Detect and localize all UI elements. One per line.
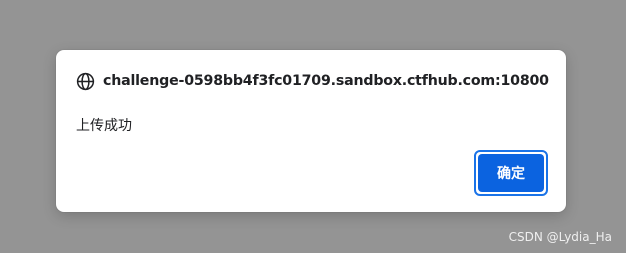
- dialog-origin-title: challenge-0598bb4f3fc01709.sandbox.ctfhu…: [103, 73, 549, 89]
- watermark: CSDN @Lydia_Ha: [508, 230, 612, 244]
- dialog-header: challenge-0598bb4f3fc01709.sandbox.ctfhu…: [76, 71, 549, 91]
- dialog-message: 上传成功: [76, 118, 132, 134]
- ok-button[interactable]: 确定: [474, 150, 548, 196]
- globe-icon: [76, 72, 95, 91]
- alert-dialog: challenge-0598bb4f3fc01709.sandbox.ctfhu…: [56, 50, 566, 212]
- ok-button-label: 确定: [478, 154, 544, 192]
